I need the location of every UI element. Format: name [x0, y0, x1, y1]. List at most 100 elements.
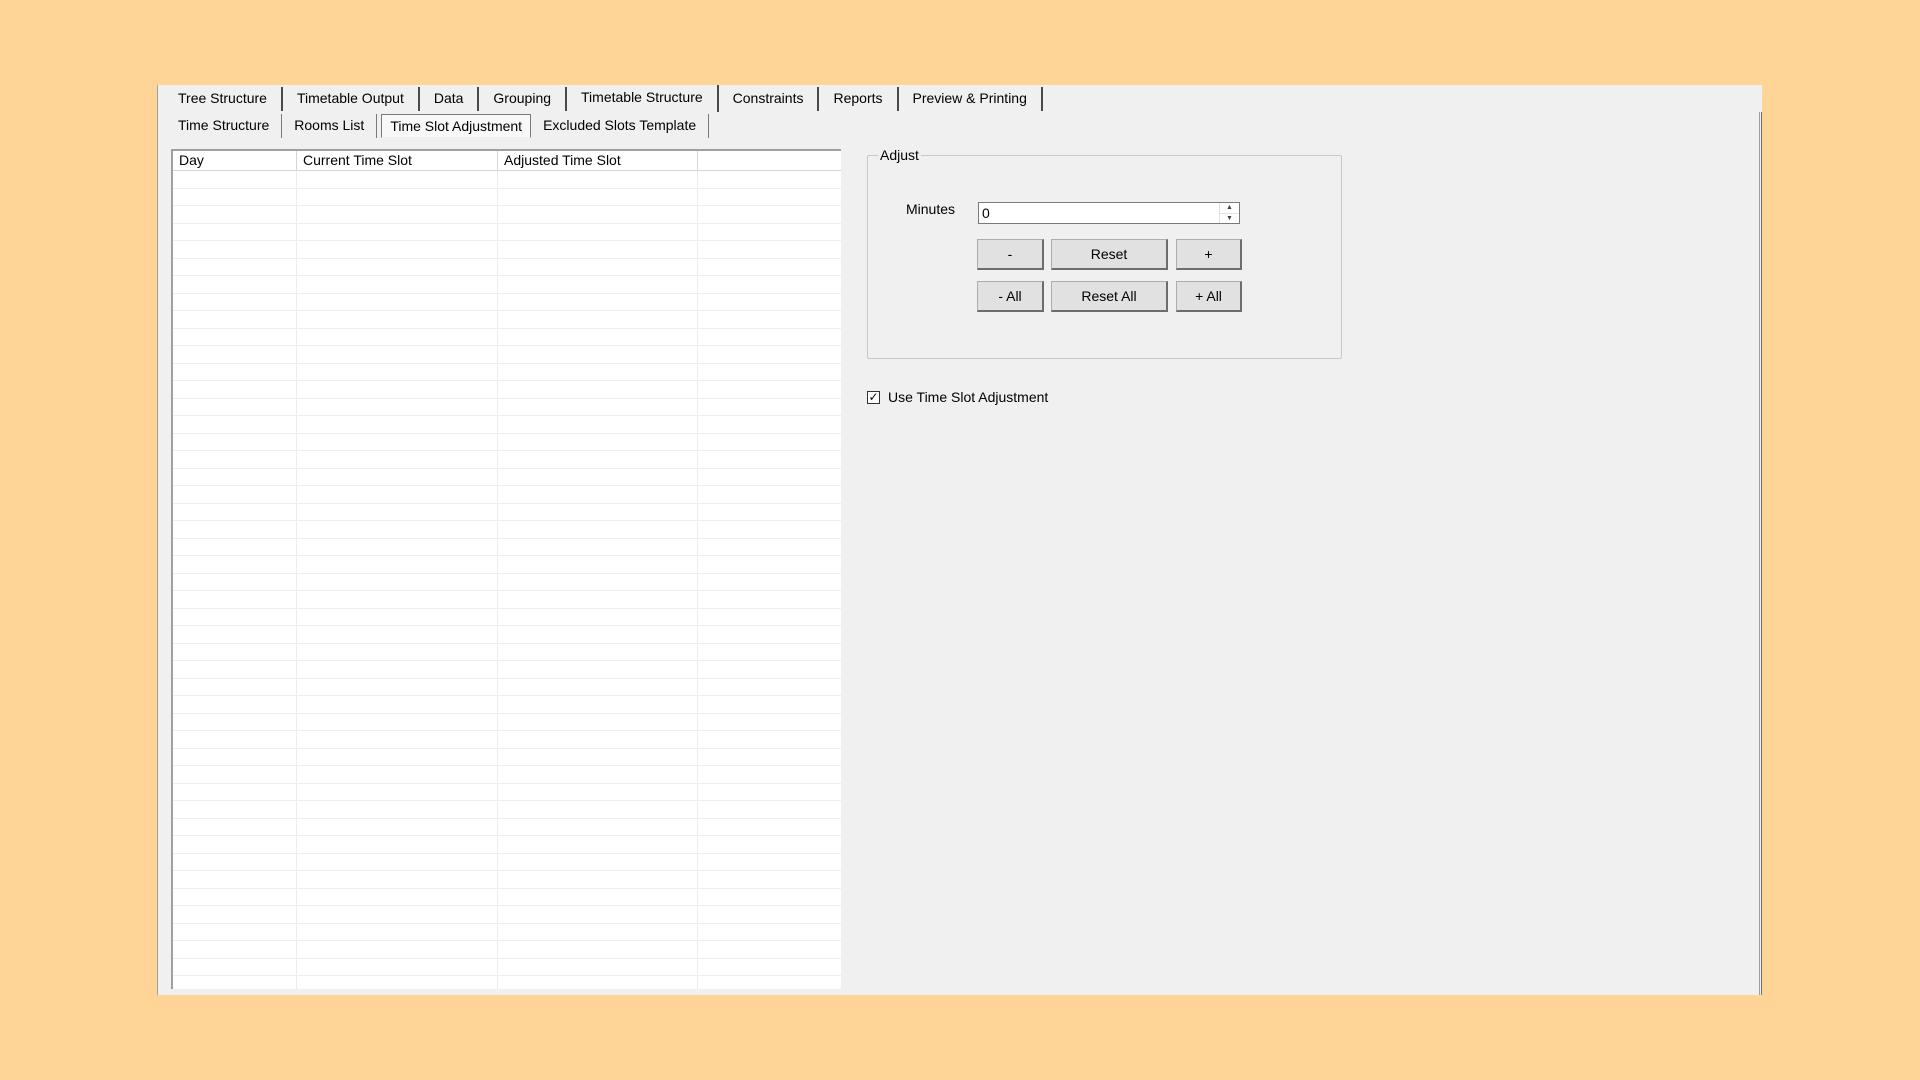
table-cell — [297, 818, 498, 835]
table-cell — [498, 538, 698, 555]
table-cell — [173, 398, 297, 415]
use-time-slot-adjustment-checkbox[interactable]: ✓ Use Time Slot Adjustment — [867, 389, 1048, 405]
table-cell — [297, 486, 498, 503]
table-cell — [698, 556, 841, 573]
table-cell — [498, 398, 698, 415]
table-cell — [173, 433, 297, 450]
tab-timetable-structure[interactable]: Timetable Structure — [567, 85, 719, 112]
table-cell — [297, 958, 498, 975]
spinner-buttons: ▲ ▼ — [1219, 203, 1239, 223]
tab-preview-printing[interactable]: Preview & Printing — [899, 87, 1043, 111]
table-cell — [698, 941, 841, 958]
table-row — [173, 713, 841, 731]
table-cell — [498, 451, 698, 468]
table-cell — [698, 714, 841, 731]
table-cell — [698, 574, 841, 591]
table-cell — [173, 486, 297, 503]
column-header-adjusted-time-slot[interactable]: Adjusted Time Slot — [498, 151, 698, 171]
tab-data[interactable]: Data — [420, 87, 480, 111]
spin-up-icon[interactable]: ▲ — [1220, 203, 1239, 213]
minutes-spinner[interactable]: ▲ ▼ — [978, 202, 1240, 224]
table-cell — [498, 906, 698, 923]
table-cell — [297, 906, 498, 923]
table-cell — [498, 328, 698, 345]
table-cell — [498, 626, 698, 643]
table-cell — [698, 171, 841, 188]
table-cell — [698, 924, 841, 941]
tab-timetable-output[interactable]: Timetable Output — [283, 87, 420, 111]
minus-button[interactable]: - — [977, 239, 1044, 270]
table-cell — [297, 748, 498, 765]
table-cell — [498, 293, 698, 310]
table-cell — [498, 346, 698, 363]
table-cell — [498, 941, 698, 958]
table-cell — [297, 766, 498, 783]
table-row — [173, 643, 841, 661]
table-cell — [297, 311, 498, 328]
table-cell — [498, 433, 698, 450]
spin-down-icon[interactable]: ▼ — [1220, 212, 1239, 224]
table-cell — [698, 801, 841, 818]
table-row — [173, 258, 841, 276]
table-cell — [498, 801, 698, 818]
checkbox-check-icon[interactable]: ✓ — [867, 390, 880, 404]
minus-all-button[interactable]: - All — [977, 281, 1044, 312]
subtab-time-slot-adjustment[interactable]: Time Slot Adjustment — [381, 114, 532, 138]
reset-button[interactable]: Reset — [1051, 239, 1168, 270]
table-cell — [698, 364, 841, 381]
table-cell — [173, 171, 297, 188]
subtab-time-structure[interactable]: Time Structure — [166, 114, 283, 138]
time-slot-list[interactable]: Day Current Time Slot Adjusted Time Slot — [171, 149, 841, 989]
table-row — [173, 381, 841, 399]
table-cell — [498, 311, 698, 328]
table-cell — [297, 573, 498, 590]
table-row — [173, 573, 841, 591]
tab-tree-structure[interactable]: Tree Structure — [164, 87, 283, 111]
table-cell — [498, 556, 698, 573]
table-row — [173, 801, 841, 819]
plus-button[interactable]: + — [1176, 239, 1242, 270]
table-cell — [297, 468, 498, 485]
table-cell — [297, 276, 498, 293]
table-row — [173, 678, 841, 696]
table-row — [173, 976, 841, 989]
table-cell — [498, 731, 698, 748]
table-cell — [498, 363, 698, 380]
table-cell — [173, 678, 297, 695]
column-header-day[interactable]: Day — [173, 151, 297, 171]
table-cell — [297, 713, 498, 730]
tab-grouping[interactable]: Grouping — [479, 87, 568, 111]
table-cell — [698, 521, 841, 538]
table-row — [173, 451, 841, 469]
subtab-rooms-list[interactable]: Rooms List — [282, 114, 378, 138]
table-cell — [698, 784, 841, 801]
table-cell — [498, 468, 698, 485]
table-cell — [297, 451, 498, 468]
subtab-excluded-slots-template[interactable]: Excluded Slots Template — [531, 114, 710, 138]
table-cell — [698, 696, 841, 713]
table-row — [173, 608, 841, 626]
table-cell — [297, 556, 498, 573]
table-cell — [173, 556, 297, 573]
table-cell — [498, 573, 698, 590]
table-cell — [297, 223, 498, 240]
column-header-current-time-slot[interactable]: Current Time Slot — [297, 151, 498, 171]
plus-all-button[interactable]: + All — [1176, 281, 1242, 312]
table-cell — [698, 836, 841, 853]
reset-all-button[interactable]: Reset All — [1051, 281, 1168, 312]
table-row — [173, 521, 841, 539]
table-cell — [698, 609, 841, 626]
table-cell — [297, 258, 498, 275]
tab-reports[interactable]: Reports — [819, 87, 899, 111]
table-row — [173, 398, 841, 416]
table-row — [173, 941, 841, 959]
tab-constraints[interactable]: Constraints — [719, 87, 820, 111]
table-row — [173, 171, 841, 189]
table-cell — [173, 783, 297, 800]
main-tab-bar: Tree Structure Timetable Output Data Gro… — [158, 85, 1762, 112]
table-cell — [698, 189, 841, 206]
table-cell — [297, 503, 498, 520]
table-cell — [297, 836, 498, 853]
table-cell — [698, 416, 841, 433]
minutes-input[interactable] — [979, 203, 1219, 223]
